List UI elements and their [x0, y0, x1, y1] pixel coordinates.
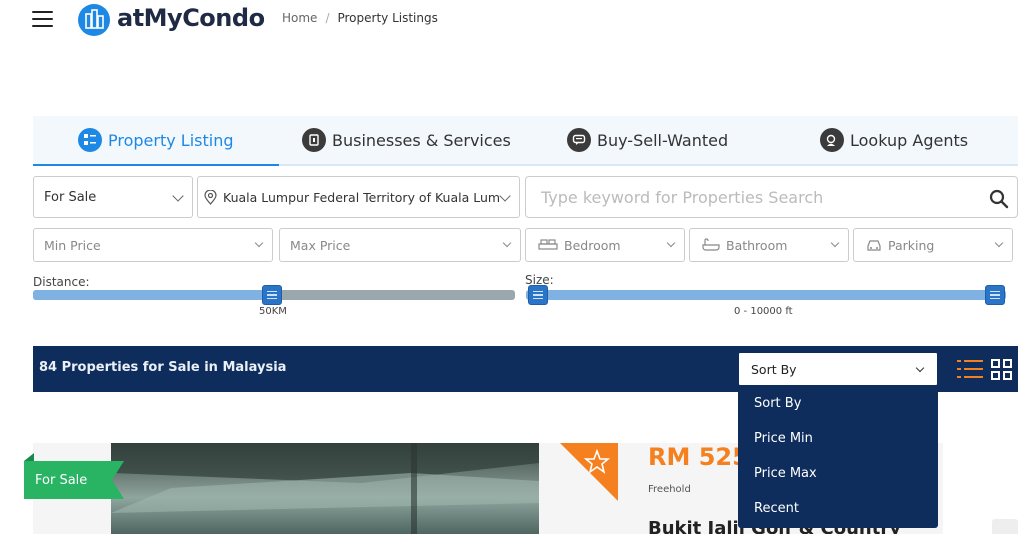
- search-icon[interactable]: [989, 189, 1009, 209]
- list-view-icon[interactable]: [957, 358, 983, 380]
- bedroom-select[interactable]: Bedroom: [525, 228, 685, 262]
- active-tab-indicator: [33, 164, 279, 166]
- bed-icon: [538, 238, 558, 252]
- distance-value: 50KM: [259, 306, 287, 317]
- size-slider-min-handle[interactable]: [528, 285, 548, 305]
- ribbon-fold: [24, 453, 34, 461]
- scroll-to-top-button[interactable]: [992, 519, 1018, 534]
- agent-icon: [820, 128, 844, 152]
- breadcrumb-home[interactable]: Home: [282, 11, 317, 25]
- car-icon: [866, 238, 882, 252]
- location-select[interactable]: Kuala Lumpur Federal Territory of Kuala …: [197, 176, 520, 218]
- results-count-title: 84 Properties for Sale in Malaysia: [39, 360, 287, 375]
- chevron-down-icon: [830, 238, 840, 248]
- size-slider-max-handle[interactable]: [985, 285, 1005, 305]
- min-price-value: Min Price: [44, 237, 101, 253]
- min-price-select[interactable]: Min Price: [33, 228, 273, 262]
- results-bar: 84 Properties for Sale in Malaysia Sort …: [33, 346, 1018, 392]
- listing-type-value: For Sale: [44, 189, 97, 205]
- bathtub-icon: [702, 238, 720, 252]
- sort-option-sort-by[interactable]: Sort By: [754, 396, 801, 411]
- sort-dropdown-menu: Sort By Price Min Price Max Recent: [738, 387, 938, 528]
- logo-icon[interactable]: [78, 4, 110, 36]
- sort-option-recent[interactable]: Recent: [754, 501, 799, 516]
- breadcrumb-current: Property Listings: [337, 11, 438, 25]
- for-sale-ribbon: For Sale: [24, 461, 124, 499]
- chat-icon: [567, 128, 591, 152]
- property-photo[interactable]: [111, 443, 539, 534]
- max-price-select[interactable]: Max Price: [279, 228, 521, 262]
- tab-label: Businesses & Services: [332, 130, 511, 150]
- breadcrumb-separator: /: [325, 11, 330, 25]
- tab-property-listing[interactable]: Property Listing: [78, 116, 234, 164]
- breadcrumb: Home / Property Listings: [282, 11, 438, 25]
- tab-lookup-agents[interactable]: Lookup Agents: [820, 116, 968, 164]
- tab-label: Lookup Agents: [850, 130, 969, 150]
- size-slider-track[interactable]: [526, 290, 1006, 300]
- sort-option-price-max[interactable]: Price Max: [754, 466, 817, 481]
- bathroom-select[interactable]: Bathroom: [689, 228, 849, 262]
- max-price-value: Max Price: [290, 237, 351, 253]
- tab-label: Buy-Sell-Wanted: [597, 130, 729, 150]
- chevron-down-icon: [915, 363, 925, 373]
- listing-icon: [78, 128, 102, 152]
- distance-slider-fill: [33, 290, 271, 300]
- business-icon: [302, 128, 326, 152]
- hamburger-menu-icon[interactable]: [32, 11, 53, 27]
- chevron-down-icon: [502, 238, 512, 248]
- category-tabs: Property Listing Businesses & Services B…: [33, 116, 1018, 166]
- top-bar: atMyCondo Home / Property Listings: [0, 0, 1030, 44]
- location-value: Kuala Lumpur Federal Territory of Kuala …: [223, 189, 501, 205]
- size-value: 0 - 10000 ft: [734, 306, 793, 317]
- bedroom-value: Bedroom: [564, 237, 621, 253]
- distance-slider-handle[interactable]: [262, 285, 282, 305]
- logo-text[interactable]: atMyCondo: [117, 4, 265, 32]
- listing-type-select[interactable]: For Sale: [33, 176, 193, 218]
- grid-view-icon[interactable]: [991, 359, 1013, 381]
- listing-price: RM 525: [648, 443, 749, 471]
- tab-buy-sell-wanted[interactable]: Buy-Sell-Wanted: [567, 116, 728, 164]
- parking-value: Parking: [888, 237, 935, 253]
- tab-label: Property Listing: [108, 130, 234, 150]
- tab-businesses-services[interactable]: Businesses & Services: [302, 116, 511, 164]
- distance-label: Distance:: [33, 275, 90, 289]
- property-search-input[interactable]: [525, 176, 1018, 218]
- sort-option-price-min[interactable]: Price Min: [754, 431, 813, 446]
- chevron-down-icon: [994, 238, 1004, 248]
- parking-select[interactable]: Parking: [853, 228, 1013, 262]
- bathroom-value: Bathroom: [726, 237, 788, 253]
- chevron-down-icon: [254, 238, 264, 248]
- listing-tenure: Freehold: [648, 484, 691, 495]
- sort-selected-value: Sort By: [751, 361, 797, 377]
- chevron-down-icon: [666, 238, 676, 248]
- chevron-down-icon: [172, 190, 184, 202]
- location-pin-icon: [204, 189, 217, 205]
- sort-by-select[interactable]: Sort By: [738, 352, 938, 386]
